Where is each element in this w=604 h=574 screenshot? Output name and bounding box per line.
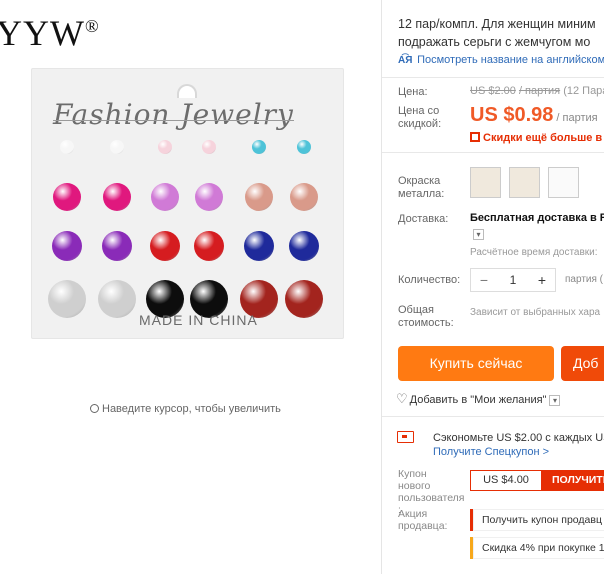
quantity-minus-button[interactable]: − [471, 272, 497, 288]
magnifier-icon [90, 404, 99, 413]
special-coupon-link[interactable]: Получите Спецкупон > [433, 446, 549, 458]
add-to-cart-button[interactable]: Доб [561, 346, 604, 381]
pearl-earring [52, 231, 82, 261]
pearl-earring [158, 140, 172, 154]
translate-icon: A͡Я [398, 55, 413, 66]
total-value: Зависит от выбранных хара [470, 307, 601, 318]
pearl-earring [297, 140, 311, 154]
old-price: US $2.00 / партия (12 Пара [470, 85, 604, 97]
product-info-panel: 12 пар/компл. Для женщин миним подражать… [381, 0, 604, 574]
pearl-earring [103, 183, 131, 211]
pearl-earring [194, 231, 224, 261]
pearl-earring [151, 183, 179, 211]
delivery-dropdown[interactable]: ▾ [473, 229, 484, 240]
new-user-coupon: US $4.00 ПОЛУЧИТЬ [470, 470, 604, 491]
pearl-earring [53, 183, 81, 211]
promo-link[interactable]: Скидки ещё больше в пр [470, 131, 604, 144]
hanger-hole [177, 84, 197, 98]
heart-icon: ♡ [396, 391, 408, 406]
delivery-time: Расчётное время доставки: [470, 247, 598, 258]
pearl-earring [195, 183, 223, 211]
seller-coupon-link[interactable]: Получить купон продавц [470, 509, 604, 531]
coupon-icon [397, 431, 414, 443]
divider [382, 77, 604, 78]
price-label: Цена: [398, 86, 428, 98]
pearl-earring [252, 140, 266, 154]
pearl-earring [110, 140, 124, 154]
seller-discount-link[interactable]: Скидка 4% при покупке 1 [470, 537, 604, 559]
get-coupon-button[interactable]: ПОЛУЧИТЬ [541, 471, 604, 490]
pearl-earring [245, 183, 273, 211]
pearl-earring [60, 140, 74, 154]
chevron-down-icon[interactable]: ▾ [549, 394, 561, 406]
pearl-earring [102, 231, 132, 261]
product-image[interactable]: Fashion Jewelry MADE IN CHINA [31, 68, 344, 339]
delivery-value: Бесплатная доставка в Ru [470, 212, 604, 224]
pearl-earring [150, 231, 180, 261]
buy-now-button[interactable]: Купить сейчас [398, 346, 554, 381]
save-text: Сэкономьте US $2.00 с каждых US $ [433, 432, 604, 444]
discount-price-label: Цена со скидкой: [398, 105, 442, 130]
wishlist-button[interactable]: ♡ Добавить в "Мои желания" ▾ [396, 391, 561, 407]
color-label: Окраска металла: [398, 175, 445, 200]
quantity-plus-button[interactable]: + [529, 272, 555, 288]
pearl-earring [290, 183, 318, 211]
card-title: Fashion Jewelry [53, 98, 294, 131]
translate-link[interactable]: A͡Я Посмотреть название на английском [398, 54, 604, 66]
brand-logo: YYW® [0, 13, 100, 53]
color-swatch-3[interactable] [548, 167, 579, 198]
current-price: US $0.98/ партия [470, 104, 598, 126]
pearl-earring [289, 231, 319, 261]
quantity-label: Количество: [398, 274, 461, 286]
pearl-earring [98, 280, 136, 318]
color-swatch-1[interactable] [470, 167, 501, 198]
coupon-amount: US $4.00 [483, 474, 529, 486]
quantity-stepper: − 1 + [470, 268, 556, 292]
color-swatch-2[interactable] [509, 167, 540, 198]
product-title: 12 пар/компл. Для женщин миним подражать… [398, 17, 596, 49]
pearl-earring [48, 280, 86, 318]
delivery-label: Доставка: [398, 213, 449, 225]
pearl-earring [202, 140, 216, 154]
zoom-hint: Наведите курсор, чтобы увеличить [90, 403, 281, 415]
pearl-earring [285, 280, 323, 318]
seller-promo-label: Акция продавца: [398, 508, 448, 532]
divider [382, 152, 604, 153]
discount-icon [470, 132, 480, 142]
divider [382, 416, 604, 417]
product-gallery: YYW® Fashion Jewelry MADE IN CHINA Навед… [0, 0, 380, 574]
quantity-unit: партия ( [565, 274, 604, 285]
card-footer: MADE IN CHINA [139, 312, 258, 328]
quantity-input[interactable]: 1 [497, 273, 529, 287]
pearl-earring [244, 231, 274, 261]
total-label: Общая стоимость: [398, 304, 454, 329]
